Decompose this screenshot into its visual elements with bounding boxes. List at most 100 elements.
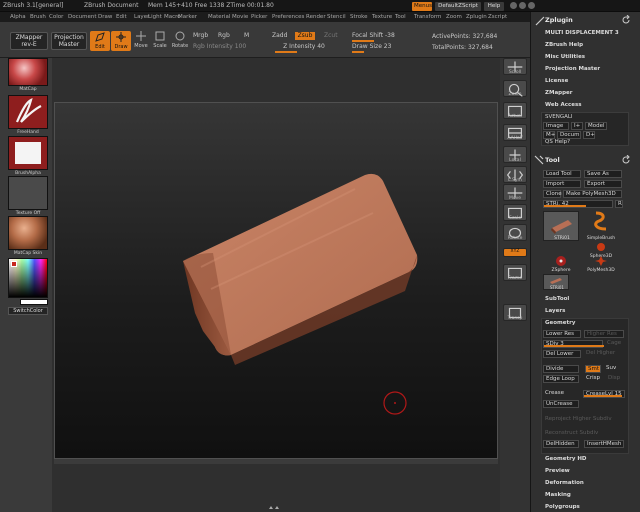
- reconstruct-button[interactable]: Reconstruct Subdiv: [543, 430, 625, 438]
- import-button[interactable]: Import: [543, 180, 581, 188]
- draw-size-slider[interactable]: Draw Size 23: [352, 43, 412, 53]
- layers-section[interactable]: Layers: [545, 308, 565, 314]
- rgb-intensity-slider[interactable]: Rgb Intensity 100: [193, 43, 246, 50]
- tool-title[interactable]: Tool: [545, 156, 560, 164]
- model-plus-button[interactable]: M+: [543, 131, 555, 139]
- divide-button[interactable]: Divide: [543, 365, 579, 373]
- del-lower-button[interactable]: Del Lower: [543, 350, 581, 358]
- deformation-section[interactable]: Deformation: [545, 480, 584, 486]
- polygroups-section[interactable]: Polygroups: [545, 504, 580, 510]
- load-tool-button[interactable]: Load Tool: [543, 170, 581, 178]
- export-button[interactable]: Export: [584, 180, 622, 188]
- delhidden-button[interactable]: DelHidden: [543, 440, 579, 448]
- canvas-horizontal-scrollbar[interactable]: [54, 459, 498, 464]
- menu-document[interactable]: Document: [68, 14, 97, 20]
- menu-color[interactable]: Color: [49, 14, 63, 20]
- license-item[interactable]: License: [545, 78, 568, 84]
- zmapper-button[interactable]: ZMapper rev-E: [10, 32, 48, 50]
- zadd-button[interactable]: Zadd: [272, 32, 287, 39]
- tool-thumb-polymesh3d[interactable]: PolyMesh3D: [583, 255, 619, 273]
- model-button[interactable]: Model: [585, 122, 607, 130]
- menu-stencil[interactable]: Stencil: [327, 14, 346, 20]
- tool-thumb-simplebrush[interactable]: SimpleBrush: [583, 211, 619, 241]
- crisp-button[interactable]: Crisp: [584, 375, 604, 383]
- color-picker[interactable]: [8, 258, 48, 298]
- web-access-item[interactable]: Web Access: [545, 102, 582, 108]
- window-minimize-icon[interactable]: [519, 2, 526, 9]
- clone-button[interactable]: Clone: [543, 190, 562, 198]
- lower-res-button[interactable]: Lower Res: [543, 330, 581, 338]
- make-polymesh-button[interactable]: Make PolyMesh3D: [563, 190, 622, 198]
- preview-section[interactable]: Preview: [545, 468, 570, 474]
- cage-button[interactable]: Cage: [605, 340, 624, 348]
- smt-button[interactable]: Smt: [585, 365, 601, 373]
- menu-zplugin[interactable]: Zplugin: [466, 14, 487, 20]
- secondary-color-chip[interactable]: [20, 299, 48, 305]
- scale-button[interactable]: Scale: [151, 31, 169, 51]
- alpha-swatch[interactable]: [8, 136, 48, 170]
- higher-res-button[interactable]: Higher Res: [584, 330, 624, 338]
- texture-swatch[interactable]: [8, 176, 48, 210]
- menu-stroke[interactable]: Stroke: [350, 14, 368, 20]
- tool-thumb-stri01-small[interactable]: STRi01: [543, 274, 569, 290]
- del-higher-button[interactable]: Del Higher: [584, 350, 624, 358]
- rotate-button[interactable]: Rotate: [170, 31, 190, 51]
- edit-button[interactable]: Edit: [90, 31, 110, 51]
- multi-displacement-item[interactable]: MULTI DISPLACEMENT 3: [545, 30, 619, 36]
- masking-section[interactable]: Masking: [545, 492, 571, 498]
- subtool-section[interactable]: SubTool: [545, 296, 569, 302]
- menu-marker[interactable]: Marker: [178, 14, 197, 20]
- stroke-freehand-swatch[interactable]: [8, 95, 48, 129]
- zplugin-title[interactable]: Zplugin: [545, 16, 573, 24]
- projection-master-item[interactable]: Projection Master: [545, 66, 600, 72]
- menu-zscript[interactable]: Zscript: [488, 14, 507, 20]
- bottom-tray-arrow-icon[interactable]: [268, 505, 280, 510]
- menu-edit[interactable]: Edit: [116, 14, 127, 20]
- r-button[interactable]: R: [615, 200, 623, 208]
- image-button[interactable]: Image: [543, 122, 569, 130]
- tool-thumb-stri01[interactable]: STRi01: [543, 211, 579, 241]
- menu-picker[interactable]: Picker: [251, 14, 267, 20]
- disp-slider[interactable]: Disp: [606, 375, 624, 383]
- refresh-icon[interactable]: [621, 14, 631, 25]
- docum-plus-button[interactable]: D+: [583, 131, 595, 139]
- save-as-button[interactable]: Save As: [584, 170, 622, 178]
- rgb-button[interactable]: Rgb: [218, 32, 230, 39]
- canvas[interactable]: [54, 102, 498, 459]
- menu-movie[interactable]: Movie: [232, 14, 248, 20]
- help-button[interactable]: Help: [484, 2, 504, 11]
- geometry-hd-section[interactable]: Geometry HD: [545, 456, 587, 462]
- projection-master-button[interactable]: Projection Master: [51, 32, 87, 50]
- menu-alpha[interactable]: Alpha: [10, 14, 26, 20]
- window-close-icon[interactable]: [510, 2, 517, 9]
- menus-button[interactable]: Menus: [412, 2, 432, 11]
- material-matcap-swatch[interactable]: [8, 58, 48, 86]
- default-zscript-button[interactable]: DefaultZScript: [435, 2, 481, 11]
- tool-thumb-zsphere[interactable]: ZSphere: [543, 255, 579, 273]
- focal-shift-slider[interactable]: Focal Shift -38: [352, 32, 412, 42]
- edge-loop-button[interactable]: Edge Loop: [543, 375, 579, 383]
- sculpt-model-view[interactable]: [55, 103, 499, 460]
- move-button[interactable]: Move: [132, 31, 150, 51]
- zbrush-help-item[interactable]: ZBrush Help: [545, 42, 583, 48]
- m-button[interactable]: M: [244, 32, 249, 39]
- menu-zoom[interactable]: Zoom: [446, 14, 462, 20]
- suv-button[interactable]: Suv: [604, 365, 620, 373]
- uncrease-button[interactable]: UnCrease: [543, 400, 579, 408]
- z-intensity-slider[interactable]: Z Intensity 40: [275, 43, 333, 53]
- inserthmesh-button[interactable]: InsertHMesh: [584, 440, 624, 448]
- qs-help-button[interactable]: QS Help?: [543, 139, 570, 147]
- zsub-button[interactable]: Zsub: [295, 32, 315, 40]
- menu-material[interactable]: Material: [208, 14, 230, 20]
- material-skin-swatch[interactable]: [8, 216, 48, 250]
- menu-tool[interactable]: Tool: [395, 14, 406, 20]
- tool-slider[interactable]: STRi. 42: [543, 200, 613, 208]
- menu-brush[interactable]: Brush: [30, 14, 46, 20]
- menu-light[interactable]: Light: [148, 14, 162, 20]
- crease-button[interactable]: Crease: [543, 390, 579, 398]
- menu-render[interactable]: Render: [306, 14, 326, 20]
- docum-button[interactable]: Docum: [557, 131, 581, 139]
- tool-refresh-icon[interactable]: [621, 154, 631, 165]
- misc-utilities-item[interactable]: Misc Utilities: [545, 54, 585, 60]
- reproject-button[interactable]: Reproject Higher Subdiv: [543, 416, 625, 424]
